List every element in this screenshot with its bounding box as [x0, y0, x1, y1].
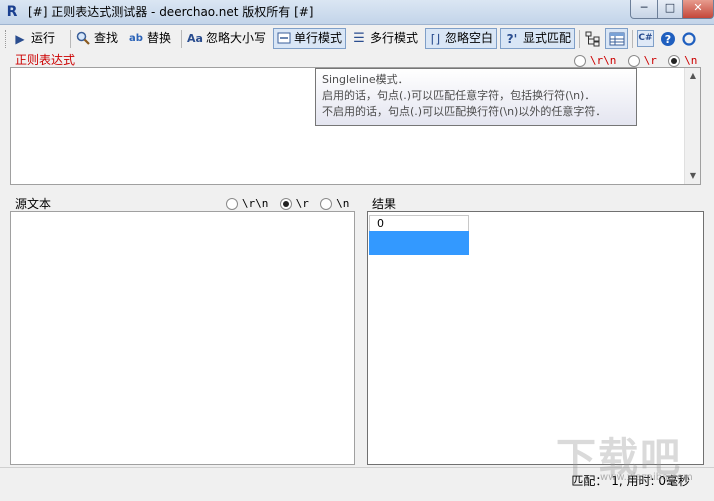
source-eol-cr-radio[interactable] — [279, 197, 292, 210]
replace-button[interactable]: ab 替换 — [128, 28, 171, 49]
bottom-edge — [0, 491, 714, 501]
run-label: 运行 — [31, 31, 56, 45]
about-icon — [681, 31, 697, 47]
ignore-case-button[interactable]: Aa 忽略大小写 — [187, 28, 266, 49]
csharp-code-icon: C# — [637, 30, 654, 47]
find-label: 查找 — [94, 31, 119, 45]
explicit-capture-button[interactable]: ?' 显式匹配 — [500, 28, 575, 49]
regex-eol-crlf-radio[interactable] — [574, 54, 586, 67]
case-icon: Aa — [187, 31, 203, 45]
source-eol-cr-label[interactable]: \r — [296, 197, 309, 210]
singleline-label: 单行模式 — [294, 31, 343, 45]
regex-eol-cr-label[interactable]: \r — [644, 54, 657, 67]
toolbar: ▶ 运行 查找 ab 替换 Aa 忽略大小写 单行模式 ☰ 多行模式 ⌈⌋ 忽略… — [0, 26, 714, 52]
help-icon: ? — [660, 31, 676, 47]
tree-view-button[interactable] — [585, 28, 604, 49]
regex-eol-lf-label[interactable]: \n — [684, 54, 697, 67]
run-button[interactable]: ▶ 运行 — [12, 28, 55, 49]
result-selected-highlight[interactable] — [369, 231, 469, 255]
play-icon: ▶ — [15, 31, 25, 46]
svg-text:?: ? — [665, 33, 671, 46]
ignore-whitespace-label: 忽略空白 — [444, 31, 493, 45]
minimize-button[interactable]: ─ — [630, 0, 658, 19]
singleline-icon — [277, 31, 291, 47]
result-match-item[interactable]: 0 — [369, 215, 469, 231]
multiline-icon: ☰ — [353, 30, 365, 46]
ignore-case-label: 忽略大小写 — [206, 31, 267, 45]
toolbar-separator — [181, 30, 182, 48]
regex-eol-crlf-label[interactable]: \r\n — [590, 54, 617, 67]
maximize-button[interactable]: □ — [657, 0, 683, 19]
toolbar-separator — [579, 30, 580, 48]
tooltip-line-disabled: 不启用的话，句点(.)可以匹配换行符(\n)以外的任意字符． — [322, 105, 607, 118]
regex-scrollbar[interactable]: ▲ ▼ — [684, 68, 700, 184]
title-bar[interactable]: R [#] 正则表达式测试器 - deerchao.net 版权所有 [#] — [0, 0, 714, 25]
help-button[interactable]: ? — [660, 28, 679, 49]
source-eol-options: \r\n \r \n — [226, 196, 349, 210]
regex-eol-lf-radio[interactable] — [668, 54, 681, 67]
regex-eol-options: \r\n \r \n — [574, 53, 697, 67]
bracket-icon: ⌈⌋ — [430, 31, 441, 46]
multiline-label: 多行模式 — [370, 31, 419, 45]
tree-view-icon — [585, 31, 601, 47]
pane-splitter[interactable] — [357, 190, 365, 465]
tooltip-line-enabled: 启用的话，句点(.)可以匹配任意字符，包括换行符(\n)． — [322, 89, 596, 102]
source-eol-crlf-label[interactable]: \r\n — [242, 197, 269, 210]
source-text-input[interactable] — [10, 211, 355, 465]
source-text-label: 源文本 — [15, 197, 52, 211]
replace-icon: ab — [129, 32, 143, 44]
watermark-url: www.xiazaiba.com — [600, 472, 693, 483]
magnifier-icon — [75, 31, 91, 47]
scroll-up-arrow-icon[interactable]: ▲ — [685, 68, 701, 84]
multiline-button[interactable]: ☰ 多行模式 — [351, 28, 418, 49]
source-eol-lf-label[interactable]: \n — [336, 197, 349, 210]
ignore-whitespace-button[interactable]: ⌈⌋ 忽略空白 — [425, 28, 497, 49]
table-view-button[interactable] — [605, 28, 628, 49]
table-view-icon — [609, 31, 625, 47]
explicit-capture-label: 显式匹配 — [522, 31, 571, 45]
toolbar-grip[interactable] — [5, 30, 9, 48]
singleline-tooltip: Singleline模式． 启用的话，句点(.)可以匹配任意字符，包括换行符(\… — [315, 68, 637, 126]
tooltip-title: Singleline模式． — [322, 73, 409, 86]
question-icon: ?' — [506, 31, 518, 46]
source-eol-lf-radio[interactable] — [320, 197, 333, 210]
replace-label: 替换 — [147, 31, 172, 45]
regex-eol-cr-radio[interactable] — [627, 54, 640, 67]
regex-label: 正则表达式 — [15, 53, 76, 67]
source-eol-crlf-radio[interactable] — [226, 197, 238, 210]
about-button[interactable] — [681, 28, 700, 49]
singleline-button[interactable]: 单行模式 — [273, 28, 346, 49]
window-title: [#] 正则表达式测试器 - deerchao.net 版权所有 [#] — [28, 5, 314, 19]
scroll-down-arrow-icon[interactable]: ▼ — [685, 168, 701, 184]
toolbar-separator — [70, 30, 71, 48]
result-label: 结果 — [372, 197, 397, 211]
csharp-code-button[interactable]: C# — [637, 28, 657, 49]
close-button[interactable]: ✕ — [682, 0, 714, 19]
find-button[interactable]: 查找 — [75, 28, 118, 49]
app-icon[interactable]: R — [4, 4, 20, 20]
toolbar-separator — [632, 30, 633, 48]
